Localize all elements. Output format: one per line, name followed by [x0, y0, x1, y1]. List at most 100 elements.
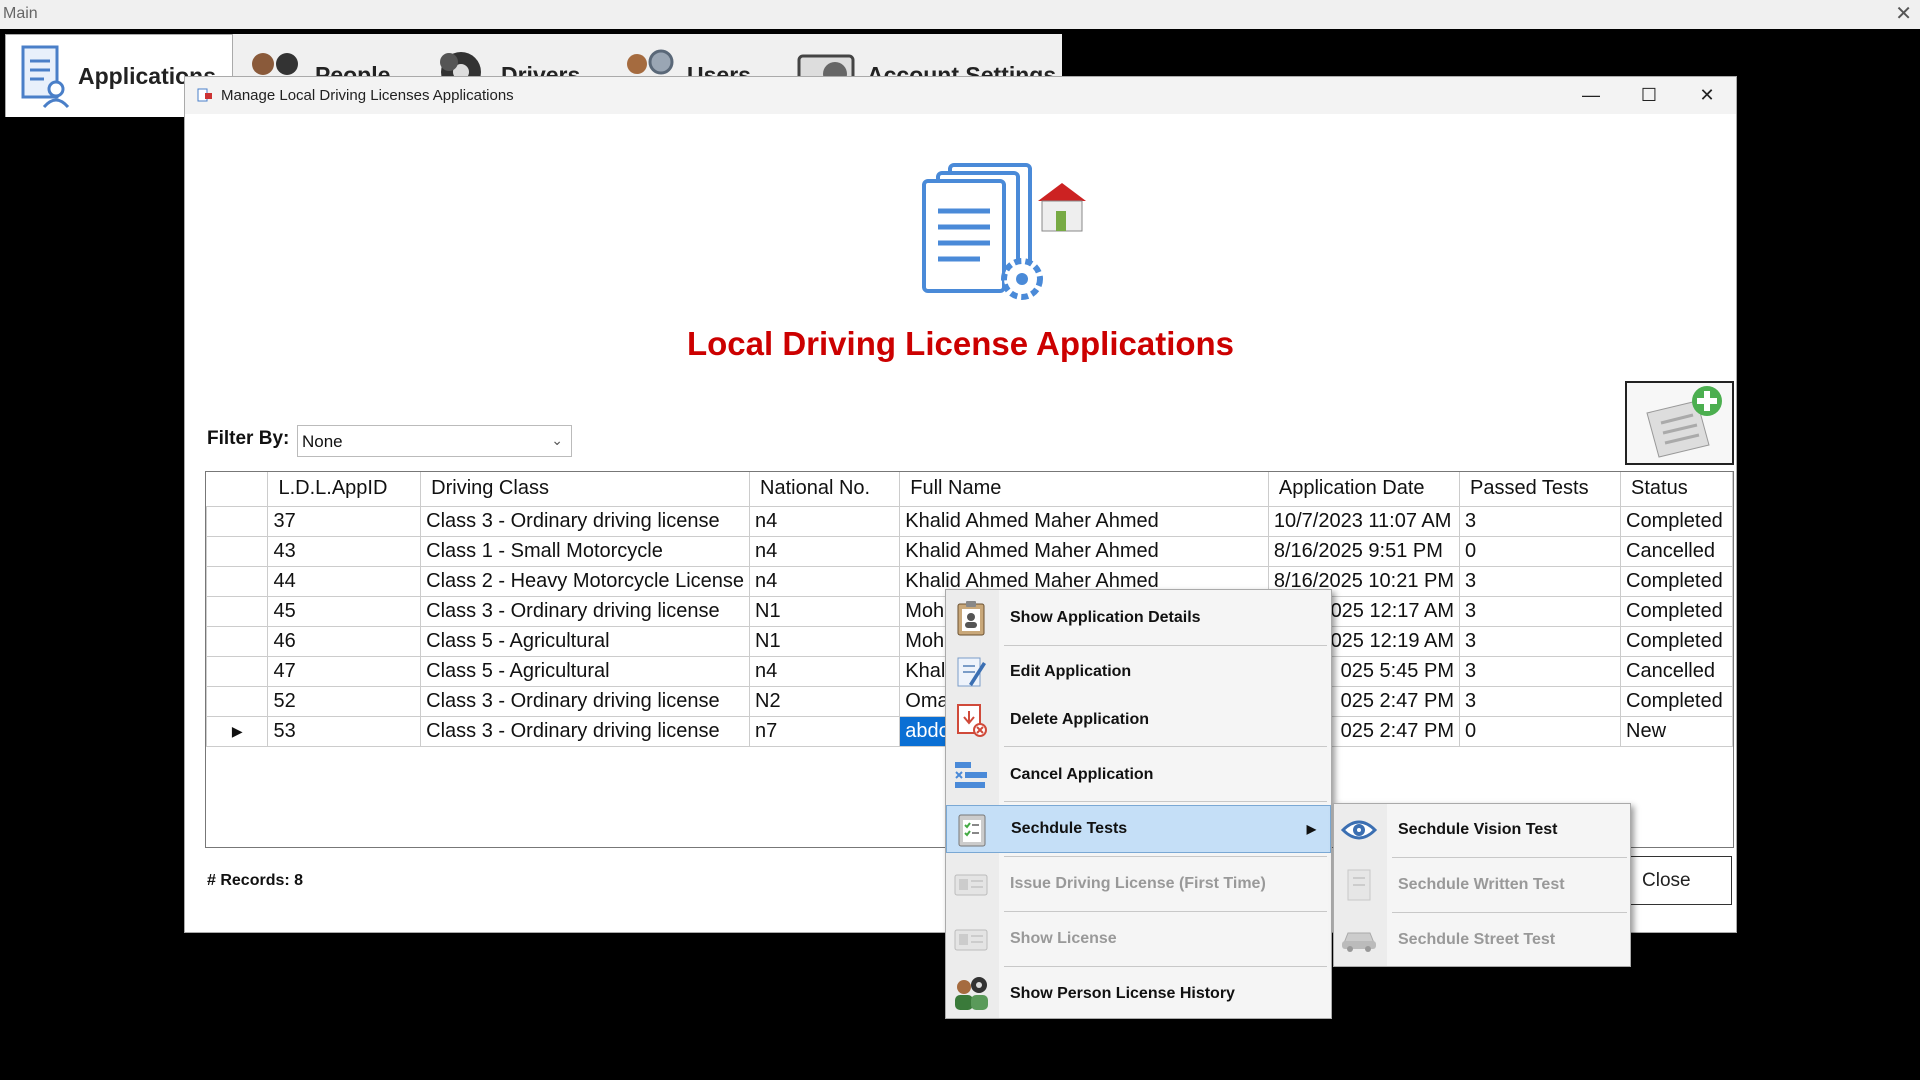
menu-item-label: Sechdule Street Test: [1398, 931, 1556, 948]
cell-passed-tests[interactable]: 0: [1459, 715, 1621, 747]
minimize-button[interactable]: —: [1562, 77, 1620, 114]
cell-passed-tests[interactable]: 3: [1459, 505, 1621, 537]
cell-driving-class[interactable]: Class 1 - Small Motorcycle: [420, 535, 751, 567]
cell-application-date[interactable]: 10/7/2023 11:07 AM: [1267, 505, 1461, 537]
row-header-column: [206, 472, 269, 507]
clipboard-person-icon: [957, 601, 985, 636]
edit-document-icon: [957, 657, 986, 687]
cell-app-id[interactable]: 46: [267, 625, 422, 657]
cell-passed-tests[interactable]: 3: [1459, 685, 1621, 717]
cell-application-date[interactable]: 8/16/2025 9:51 PM: [1267, 535, 1461, 567]
cell-status[interactable]: Completed: [1620, 625, 1733, 657]
cell-driving-class[interactable]: Class 3 - Ordinary driving license: [420, 715, 751, 747]
row-header[interactable]: [205, 625, 269, 657]
current-row-marker[interactable]: ▶: [205, 715, 269, 747]
eye-icon: [1341, 820, 1377, 840]
cell-passed-tests[interactable]: 3: [1459, 595, 1621, 627]
cell-national-no[interactable]: N1: [749, 625, 901, 657]
records-value: 8: [294, 872, 304, 889]
column-header[interactable]: Passed Tests: [1459, 472, 1621, 507]
cell-driving-class[interactable]: Class 3 - Ordinary driving license: [420, 685, 751, 717]
cell-app-id[interactable]: 52: [267, 685, 422, 717]
column-header[interactable]: Driving Class: [420, 472, 751, 507]
cell-passed-tests[interactable]: 3: [1459, 625, 1621, 657]
cell-driving-class[interactable]: Class 3 - Ordinary driving license: [420, 595, 751, 627]
row-header[interactable]: [205, 535, 269, 567]
menu-item-schedule-written-test[interactable]: Sechdule Written Test: [1334, 861, 1630, 909]
row-header[interactable]: [205, 655, 269, 687]
menu-item-cancel-application[interactable]: Cancel Application: [946, 751, 1331, 799]
row-header[interactable]: [205, 595, 269, 627]
filter-value: None: [302, 432, 343, 451]
cell-national-no[interactable]: n4: [749, 505, 901, 537]
table-row[interactable]: 37 Class 3 - Ordinary driving license n4…: [205, 505, 1733, 537]
cell-status[interactable]: Cancelled: [1620, 535, 1733, 567]
cell-status[interactable]: New: [1620, 715, 1733, 747]
menu-item-person-license-history[interactable]: Show Person License History: [946, 970, 1331, 1018]
cell-app-id[interactable]: 43: [267, 535, 422, 567]
row-header[interactable]: [205, 565, 269, 597]
cell-full-name[interactable]: Khalid Ahmed Maher Ahmed: [899, 535, 1269, 567]
cell-status[interactable]: Completed: [1620, 565, 1733, 597]
column-header[interactable]: National No.: [749, 472, 901, 507]
cell-driving-class[interactable]: Class 3 - Ordinary driving license: [420, 505, 751, 537]
row-header[interactable]: [205, 685, 269, 717]
written-test-icon: [1347, 869, 1371, 901]
maximize-button[interactable]: ☐: [1620, 77, 1678, 114]
menu-item-schedule-tests[interactable]: Sechdule Tests ▶: [946, 805, 1331, 853]
close-button-label: Close: [1642, 869, 1691, 891]
dialog-title: Manage Local Driving Licenses Applicatio…: [221, 87, 514, 104]
cell-national-no[interactable]: N2: [749, 685, 901, 717]
cell-status[interactable]: Completed: [1620, 505, 1733, 537]
column-header[interactable]: Full Name: [899, 472, 1269, 507]
cell-national-no[interactable]: n7: [749, 715, 901, 747]
menu-item-edit-application[interactable]: Edit Application: [946, 648, 1331, 696]
applications-logo-icon: [922, 163, 1086, 300]
menu-separator: [1004, 801, 1327, 802]
add-application-button[interactable]: [1625, 381, 1734, 465]
dialog-titlebar: Manage Local Driving Licenses Applicatio…: [185, 77, 1736, 114]
cell-national-no[interactable]: N1: [749, 595, 901, 627]
cell-app-id[interactable]: 47: [267, 655, 422, 687]
dialog-close-icon[interactable]: ✕: [1678, 77, 1736, 114]
cell-national-no[interactable]: n4: [749, 655, 901, 687]
chevron-down-icon: ⌄: [551, 432, 563, 448]
filter-dropdown[interactable]: None ⌄: [297, 425, 572, 457]
column-header[interactable]: Application Date: [1267, 472, 1461, 507]
cell-app-id[interactable]: 37: [267, 505, 422, 537]
menu-item-show-application-details[interactable]: Show Application Details: [946, 594, 1331, 642]
menu-item-label: Sechdule Written Test: [1398, 876, 1565, 893]
menu-item-schedule-vision-test[interactable]: Sechdule Vision Test: [1334, 806, 1630, 854]
menu-item-label: Show Person License History: [1010, 985, 1235, 1002]
column-header[interactable]: Status: [1620, 472, 1733, 507]
cell-national-no[interactable]: n4: [749, 535, 901, 567]
cell-passed-tests[interactable]: 0: [1459, 535, 1621, 567]
menu-item-label: Cancel Application: [1010, 766, 1154, 783]
cell-passed-tests[interactable]: 3: [1459, 565, 1621, 597]
menu-item-schedule-street-test[interactable]: Sechdule Street Test: [1334, 916, 1630, 964]
main-close-icon[interactable]: ✕: [1895, 1, 1912, 26]
menu-item-show-license[interactable]: Show License: [946, 915, 1331, 963]
column-header[interactable]: L.D.L.AppID: [267, 472, 422, 507]
person-history-icon: [955, 977, 988, 1010]
row-header[interactable]: [205, 505, 269, 537]
cell-driving-class[interactable]: Class 5 - Agricultural: [420, 625, 751, 657]
cell-app-id[interactable]: 45: [267, 595, 422, 627]
cell-full-name[interactable]: Khalid Ahmed Maher Ahmed: [899, 505, 1269, 537]
cell-driving-class[interactable]: Class 5 - Agricultural: [420, 655, 751, 687]
car-icon: [1342, 932, 1376, 952]
cell-status[interactable]: Completed: [1620, 595, 1733, 627]
cell-app-id[interactable]: 44: [267, 565, 422, 597]
cell-national-no[interactable]: n4: [749, 565, 901, 597]
menu-item-delete-application[interactable]: Delete Application: [946, 696, 1331, 744]
main-window-title: Main: [3, 5, 38, 22]
window-app-icon: [197, 88, 212, 102]
cell-driving-class[interactable]: Class 2 - Heavy Motorcycle License: [420, 565, 751, 597]
table-row[interactable]: 43 Class 1 - Small Motorcycle n4 Khalid …: [205, 535, 1733, 567]
cell-app-id[interactable]: 53: [267, 715, 422, 747]
cell-status[interactable]: Cancelled: [1620, 655, 1733, 687]
cell-status[interactable]: Completed: [1620, 685, 1733, 717]
cell-passed-tests[interactable]: 3: [1459, 655, 1621, 687]
menu-item-issue-driving-license[interactable]: Issue Driving License (First Time): [946, 860, 1331, 908]
close-button[interactable]: Close: [1623, 856, 1732, 905]
